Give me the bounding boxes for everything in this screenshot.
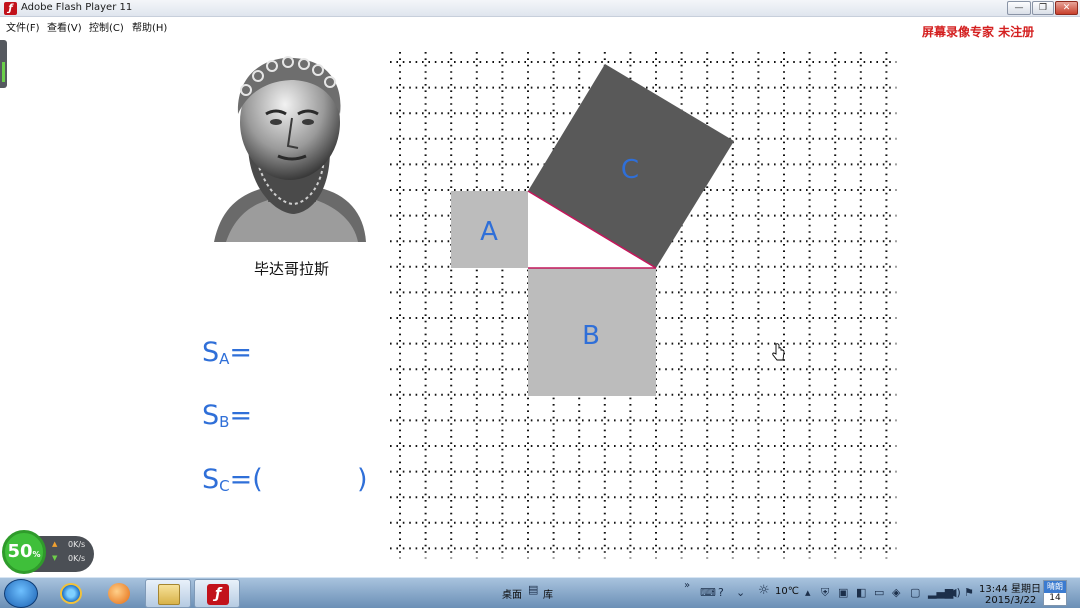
formula-sb-eq: =: [229, 400, 253, 431]
square-b-label: B: [582, 321, 600, 351]
action-center-flag-icon[interactable]: ⚑: [964, 586, 974, 599]
hand-cursor-icon: [772, 343, 785, 361]
sun-icon: ☼: [758, 583, 770, 598]
restore-button[interactable]: ❐: [1032, 1, 1054, 15]
formula-sc-eq: =(: [229, 464, 263, 495]
formula-sc-s: S: [202, 464, 220, 495]
clock-time[interactable]: 13:44 星期日: [979, 580, 1041, 595]
minimize-button[interactable]: —: [1007, 1, 1031, 15]
clock-date[interactable]: 2015/3/22: [985, 595, 1036, 606]
start-button[interactable]: [4, 579, 38, 608]
weather-gadget[interactable]: 晴朗 14: [1043, 580, 1067, 606]
internet-explorer-icon: [60, 583, 82, 604]
title-bar: ƒ Adobe Flash Player 11 — ❐ ✕: [0, 0, 1080, 17]
chevron-down-icon[interactable]: ⌄: [736, 586, 745, 599]
memory-usage-gauge: 50%: [2, 530, 46, 574]
taskbar: ƒ 桌面 ▤ 库 » ⌨ ? ⌄ ☼ 10℃ ▴ ⛨ ▣ ◧ ▭ ◈ ▢ ▂▄▆…: [0, 577, 1080, 608]
formula-sc-sub: C: [219, 477, 230, 495]
monitor-icon[interactable]: ▣: [838, 586, 848, 599]
menu-file[interactable]: 文件(F): [6, 19, 40, 34]
taskbar-explorer[interactable]: [145, 579, 191, 608]
taskbar-media[interactable]: [96, 579, 142, 608]
security-app-icon[interactable]: ◈: [892, 586, 900, 599]
library-folder-icon: ▤: [528, 583, 539, 596]
formula-sc: SC=(: [202, 464, 263, 495]
pythagoras-portrait: [208, 52, 368, 248]
download-speed: 0K/s: [68, 554, 86, 563]
toolbar-overflow-icon[interactable]: »: [684, 580, 690, 591]
portrait-caption: 毕达哥拉斯: [254, 260, 330, 278]
formula-sa: SA=: [202, 337, 252, 368]
flash-player-icon: ƒ: [207, 584, 229, 605]
taskbar-ie[interactable]: [48, 579, 94, 608]
help-icon[interactable]: ?: [718, 586, 724, 599]
tray-app-icon[interactable]: ▢: [910, 586, 920, 599]
display-icon[interactable]: ▭: [874, 586, 884, 599]
volume-icon[interactable]: ◀): [948, 586, 961, 599]
side-handle[interactable]: [0, 40, 7, 88]
show-hidden-icons-icon[interactable]: ▴: [805, 586, 811, 599]
formula-sa-sub: A: [219, 350, 230, 368]
keyboard-icon[interactable]: ⌨: [700, 586, 716, 599]
network-speed-widget[interactable]: ▲ 0K/s ▼ 0K/s 50%: [0, 528, 96, 576]
square-c-label: C: [621, 155, 639, 185]
upload-speed: 0K/s: [68, 540, 86, 549]
temperature: 10℃: [775, 586, 799, 597]
menu-help[interactable]: 帮助(H): [132, 19, 167, 34]
taskbar-flash[interactable]: ƒ: [194, 579, 240, 608]
formula-sa-s: S: [202, 337, 220, 368]
dot-grid-canvas: A B C: [380, 48, 900, 568]
menu-control[interactable]: 控制(C): [89, 19, 124, 34]
memory-percent: 50: [7, 541, 33, 562]
menu-bar: 文件(F) 查看(V) 控制(C) 帮助(H): [0, 17, 1080, 34]
desktop-toolbar-label[interactable]: 桌面: [502, 586, 522, 601]
formula-sb-sub: B: [219, 413, 230, 431]
shield-icon[interactable]: ⛨: [821, 586, 829, 600]
screen-recorder-icon[interactable]: ◧: [856, 586, 866, 599]
formula-sb: SB=: [202, 400, 252, 431]
memory-percent-unit: %: [32, 550, 41, 559]
flash-icon: ƒ: [4, 2, 17, 15]
square-a-label: A: [480, 217, 498, 247]
menu-view[interactable]: 查看(V): [47, 19, 82, 34]
library-toolbar-label[interactable]: 库: [543, 586, 553, 601]
formula-sc-close: ): [357, 464, 368, 495]
formula-sa-eq: =: [229, 337, 253, 368]
weather-condition: 晴朗: [1044, 581, 1066, 593]
window-title: Adobe Flash Player 11: [21, 2, 133, 13]
weather-day: 14: [1049, 593, 1061, 603]
close-button[interactable]: ✕: [1055, 1, 1078, 15]
file-explorer-icon: [158, 584, 180, 605]
formula-sb-s: S: [202, 400, 220, 431]
media-player-icon: [108, 583, 130, 604]
recorder-watermark: 屏幕录像专家 未注册: [922, 25, 1035, 39]
